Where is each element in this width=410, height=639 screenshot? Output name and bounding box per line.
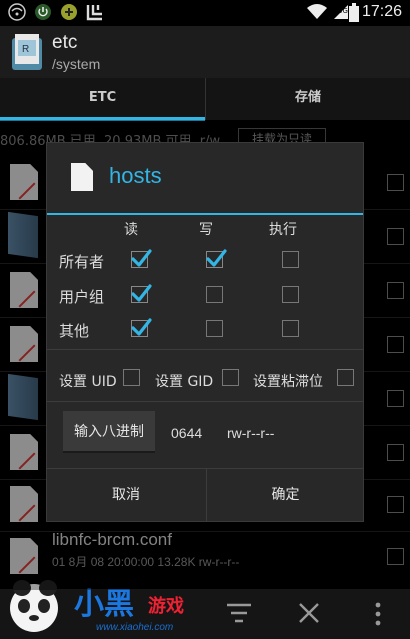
row-group-label: 用户组: [59, 288, 105, 306]
divider: [47, 401, 363, 402]
action-bar: R etc /system: [0, 26, 410, 78]
divider: [47, 349, 363, 350]
file-icon: [71, 163, 93, 191]
checkmark-icon: [131, 284, 152, 302]
owner-execute-checkbox[interactable]: [282, 251, 299, 268]
sticky-bit-checkbox[interactable]: [337, 369, 354, 386]
status-bar: 3G 17:26: [0, 0, 410, 26]
tab-bar: ETC 存储: [0, 78, 410, 120]
row-others-label: 其他: [59, 322, 90, 340]
column-execute: 执行: [269, 222, 297, 238]
checkmark-icon: [131, 318, 152, 336]
ok-button[interactable]: 确定: [206, 469, 364, 521]
others-read-checkbox[interactable]: [131, 318, 152, 337]
setgid-label: 设置 GID: [155, 374, 214, 390]
svg-text:游戏: 游戏: [148, 595, 184, 617]
battery-icon: [349, 3, 359, 22]
tab-etc[interactable]: ETC: [0, 78, 205, 120]
overflow-menu-icon[interactable]: [374, 602, 382, 626]
column-read: 读: [124, 222, 138, 238]
cancel-button[interactable]: 取消: [47, 469, 205, 521]
watermark-site: www.xiaohei.com: [96, 622, 174, 633]
current-path: /system: [52, 56, 101, 72]
others-execute-checkbox[interactable]: [282, 320, 299, 337]
wifi-signal-icon: [307, 4, 327, 19]
group-write-checkbox[interactable]: [206, 286, 223, 303]
svg-text:3G: 3G: [338, 7, 348, 15]
group-execute-checkbox[interactable]: [282, 286, 299, 303]
setuid-label: 设置 UID: [59, 374, 117, 390]
dialog-title: hosts: [109, 163, 162, 188]
sort-icon[interactable]: [226, 602, 252, 624]
cell-signal-icon: 3G: [334, 5, 348, 19]
root-explorer-app-icon[interactable]: R: [12, 34, 44, 70]
wifi-hotspot-icon: [8, 3, 26, 21]
setgid-checkbox[interactable]: [222, 369, 239, 386]
game-controller-icon: [61, 4, 77, 20]
svg-text:R: R: [22, 44, 29, 55]
setuid-checkbox[interactable]: [123, 369, 140, 386]
column-write: 写: [199, 222, 213, 238]
owner-read-checkbox[interactable]: [131, 249, 152, 268]
clock: 17:26: [361, 3, 402, 20]
permission-string: rw-r--r--: [227, 425, 275, 441]
sticky-bit-label: 设置粘滞位: [253, 374, 323, 390]
checkmark-icon: [131, 249, 152, 267]
owner-write-checkbox[interactable]: [206, 249, 227, 268]
checkmark-icon: [206, 249, 227, 267]
octal-value: 0644: [171, 425, 203, 441]
permissions-dialog: hosts 读 写 执行 所有者 用户组 其他 设置 UID 设置 GID 设置…: [46, 142, 364, 522]
others-write-checkbox[interactable]: [206, 320, 223, 337]
app-notification-icon: [86, 5, 102, 21]
page-title: etc: [52, 32, 78, 53]
power-icon: [35, 4, 51, 20]
dialog-title-divider: [47, 213, 363, 215]
svg-text:小黑: 小黑: [74, 587, 134, 622]
enter-octal-button[interactable]: 输入八进制: [63, 411, 155, 453]
group-read-checkbox[interactable]: [131, 284, 152, 303]
close-icon[interactable]: [298, 602, 320, 624]
dialog-header: hosts: [47, 143, 363, 213]
row-owner-label: 所有者: [59, 253, 105, 271]
tab-storage[interactable]: 存储: [205, 78, 410, 120]
